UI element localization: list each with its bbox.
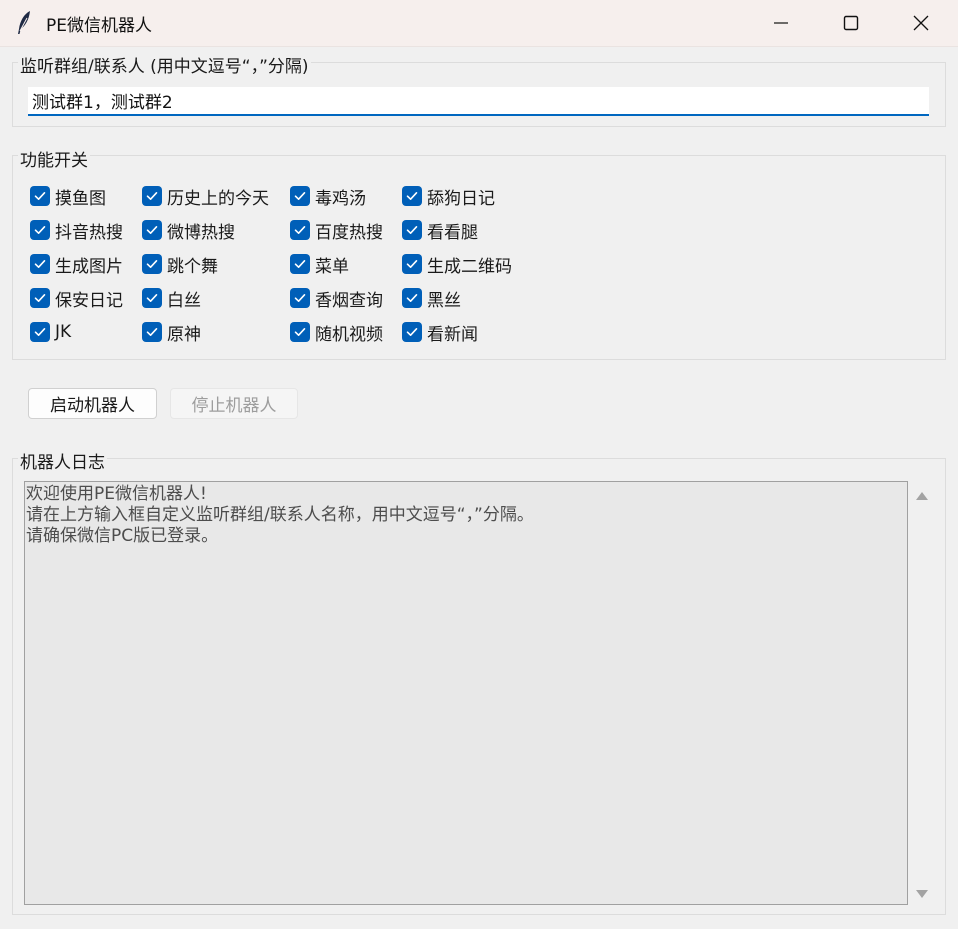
checkmark-icon[interactable] <box>142 288 162 308</box>
features-title: 功能开关 <box>18 146 90 171</box>
start-robot-button[interactable]: 启动机器人 <box>28 388 157 419</box>
title-bar: PE微信机器人 <box>0 0 958 47</box>
feature-checkbox[interactable]: 毒鸡汤 <box>290 184 366 209</box>
checkmark-icon[interactable] <box>142 220 162 240</box>
checkmark-icon[interactable] <box>290 220 310 240</box>
feature-checkbox[interactable]: 历史上的今天 <box>142 184 269 209</box>
feather-icon <box>14 9 36 37</box>
feature-label: JK <box>55 322 72 342</box>
feature-checkbox[interactable]: 看看腿 <box>402 218 478 243</box>
checkmark-icon[interactable] <box>290 288 310 308</box>
feature-label: 抖音热搜 <box>55 222 123 243</box>
feature-label: 菜单 <box>315 256 349 277</box>
log-title: 机器人日志 <box>18 448 107 473</box>
feature-label: 生成二维码 <box>427 256 512 277</box>
maximize-button[interactable] <box>816 0 886 46</box>
scroll-down-icon[interactable] <box>915 886 929 906</box>
log-textarea[interactable]: 欢迎使用PE微信机器人! 请在上方输入框自定义监听群组/联系人名称，用中文逗号“… <box>24 481 908 905</box>
feature-label: 看新闻 <box>427 324 478 345</box>
checkmark-icon[interactable] <box>142 322 162 342</box>
checkmark-icon[interactable] <box>30 288 50 308</box>
window-title: PE微信机器人 <box>46 16 152 36</box>
checkmark-icon[interactable] <box>402 254 422 274</box>
feature-checkbox[interactable]: 菜单 <box>290 252 349 277</box>
feature-checkbox[interactable]: 香烟查询 <box>290 286 383 311</box>
feature-checkbox[interactable]: 抖音热搜 <box>30 218 123 243</box>
feature-checkbox[interactable]: 保安日记 <box>30 286 123 311</box>
feature-checkbox[interactable]: 百度热搜 <box>290 218 383 243</box>
feature-label: 随机视频 <box>315 324 383 345</box>
feature-checkbox[interactable]: 生成二维码 <box>402 252 512 277</box>
feature-label: 保安日记 <box>55 290 123 311</box>
feature-checkbox[interactable]: 黑丝 <box>402 286 461 311</box>
close-button[interactable] <box>886 0 956 46</box>
close-icon <box>913 15 929 31</box>
checkmark-icon[interactable] <box>402 186 422 206</box>
checkmark-icon[interactable] <box>142 254 162 274</box>
feature-label: 原神 <box>167 324 201 345</box>
minimize-button[interactable] <box>746 0 816 46</box>
feature-checkbox[interactable]: 摸鱼图 <box>30 184 106 209</box>
listen-group-input[interactable] <box>28 87 929 116</box>
feature-label: 舔狗日记 <box>427 188 495 209</box>
checkmark-icon[interactable] <box>30 322 50 342</box>
maximize-icon <box>843 15 859 31</box>
listen-group-title: 监听群组/联系人 (用中文逗号“，”分隔) <box>18 52 311 77</box>
feature-checkbox[interactable]: 生成图片 <box>30 252 123 277</box>
stop-robot-button[interactable]: 停止机器人 <box>170 388 298 419</box>
checkmark-icon[interactable] <box>290 254 310 274</box>
feature-label: 香烟查询 <box>315 290 383 311</box>
feature-checkbox[interactable]: 舔狗日记 <box>402 184 495 209</box>
feature-checkbox[interactable]: JK <box>30 320 71 344</box>
feature-label: 摸鱼图 <box>55 188 106 209</box>
scroll-up-icon[interactable] <box>915 488 929 508</box>
feature-label: 看看腿 <box>427 222 478 243</box>
feature-label: 生成图片 <box>55 256 123 277</box>
feature-label: 黑丝 <box>427 290 461 311</box>
checkmark-icon[interactable] <box>290 186 310 206</box>
feature-checkbox[interactable]: 微博热搜 <box>142 218 235 243</box>
checkmark-icon[interactable] <box>30 254 50 274</box>
feature-checkbox[interactable]: 看新闻 <box>402 320 478 345</box>
feature-label: 毒鸡汤 <box>315 188 366 209</box>
checkmark-icon[interactable] <box>30 186 50 206</box>
feature-label: 百度热搜 <box>315 222 383 243</box>
feature-checkbox[interactable]: 白丝 <box>142 286 201 311</box>
feature-label: 微博热搜 <box>167 222 235 243</box>
checkmark-icon[interactable] <box>142 186 162 206</box>
feature-checkbox[interactable]: 原神 <box>142 320 201 345</box>
feature-checkbox[interactable]: 跳个舞 <box>142 252 218 277</box>
feature-label: 历史上的今天 <box>167 188 269 209</box>
checkmark-icon[interactable] <box>402 322 422 342</box>
feature-label: 白丝 <box>167 290 201 311</box>
minimize-icon <box>774 22 788 24</box>
feature-label: 跳个舞 <box>167 256 218 277</box>
checkmark-icon[interactable] <box>290 322 310 342</box>
checkmark-icon[interactable] <box>402 288 422 308</box>
feature-checkbox[interactable]: 随机视频 <box>290 320 383 345</box>
checkmark-icon[interactable] <box>30 220 50 240</box>
checkmark-icon[interactable] <box>402 220 422 240</box>
